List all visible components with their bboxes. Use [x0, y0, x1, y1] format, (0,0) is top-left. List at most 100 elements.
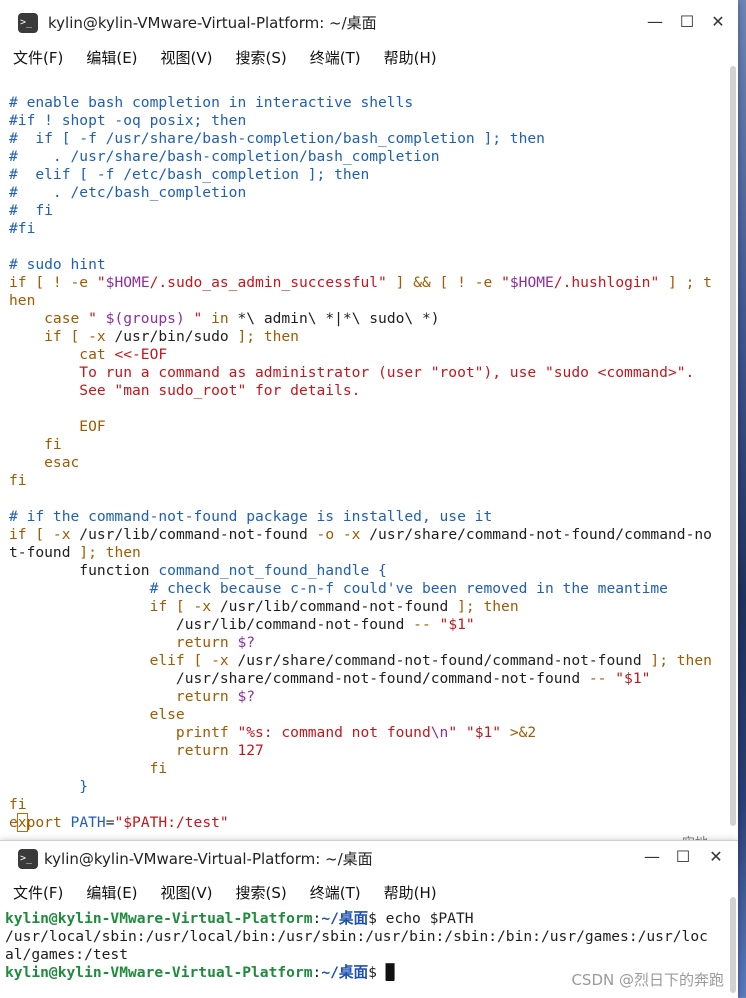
menu-help[interactable]: 帮助(H) [381, 882, 440, 903]
titlebar[interactable]: >_ kylin@kylin-VMware-Virtual-Platform: … [0, 841, 738, 881]
code-line: case " $(groups) " in *\ admin\ *|*\ sud… [9, 310, 737, 328]
titlebar[interactable]: >_ kylin@kylin-VMware-Virtual-Platform: … [0, 0, 738, 40]
maximize-icon[interactable]: ☐ [675, 10, 699, 34]
window-title: kylin@kylin-VMware-Virtual-Platform: ~/桌… [44, 850, 373, 868]
code-token: return [9, 688, 238, 705]
prompt-directory: ~/桌面 [321, 910, 369, 927]
close-icon[interactable]: ✕ [706, 10, 730, 34]
code-line: if [ -x /usr/lib/command-not-found -o -x… [9, 526, 737, 544]
vim-buffer[interactable]: # enable bash completion in interactive … [9, 94, 737, 836]
code-line: ​ [9, 490, 737, 508]
code-line: t-found ]; then [9, 544, 737, 562]
menu-terminal[interactable]: 终端(T) [307, 882, 364, 903]
code-token: \n [430, 724, 449, 741]
code-line: esac [9, 454, 737, 472]
code-line: # if [ -f /usr/share/bash-completion/bas… [9, 130, 737, 148]
code-token: fi [9, 760, 168, 777]
code-token: /.hushlogin" [553, 274, 660, 291]
code-line: fi [9, 760, 737, 778]
code-token: # fi [9, 202, 53, 219]
code-line: #fi [9, 220, 737, 238]
scrollbar[interactable] [730, 897, 736, 993]
code-token: #if ! shopt -oq posix; then [9, 112, 247, 129]
code-line: export PATH="$PATH:/test" [9, 813, 737, 832]
shell-terminal-window[interactable]: >_ kylin@kylin-VMware-Virtual-Platform: … [0, 840, 738, 998]
code-token: /usr/lib/command-not-found [219, 598, 449, 615]
menu-view[interactable]: 视图(V) [158, 47, 216, 68]
minimize-icon[interactable]: — [643, 10, 667, 34]
code-line: # enable bash completion in interactive … [9, 94, 737, 112]
code-token: ]; then [70, 544, 141, 561]
maximize-icon[interactable]: ☐ [671, 845, 695, 869]
code-token: /usr/bin/sudo [114, 328, 229, 345]
editor-terminal-window[interactable]: >_ kylin@kylin-VMware-Virtual-Platform: … [0, 0, 738, 851]
code-line: if [ -x /usr/lib/command-not-found ]; th… [9, 598, 737, 616]
code-token: $? [237, 688, 256, 705]
code-token: t-found [9, 544, 71, 561]
code-token: # enable bash completion in interactive … [9, 94, 414, 111]
prompt-line-1: kylin@kylin-VMware-Virtual-Platform:~/桌面… [5, 910, 731, 928]
code-token: # . /usr/share/bash-completion/bash_comp… [9, 148, 440, 165]
code-token: PATH [70, 814, 106, 831]
code-token: # if [ -f /usr/share/bash-completion/bas… [9, 130, 545, 147]
code-token: command_not_found_handle { [158, 562, 387, 579]
menu-edit[interactable]: 编辑(E) [83, 47, 140, 68]
watermark: CSDN @烈日下的奔跑 [571, 971, 724, 989]
code-token: /usr/lib/command-not-found [79, 526, 308, 543]
code-token: if [ -x [9, 598, 220, 615]
menu-file[interactable]: 文件(F) [10, 882, 66, 903]
code-token: ]; then [228, 328, 299, 345]
code-token: in [202, 310, 238, 327]
code-line: ​ [9, 400, 737, 418]
code-token: *\ admin\ *|*\ sudo\ *) [237, 310, 440, 327]
code-token: /.sudo_as_admin_successful" [149, 274, 387, 291]
code-token: # elif [ -f /etc/bash_completion ]; then [9, 166, 370, 183]
menu-view[interactable]: 视图(V) [158, 882, 216, 903]
code-token: "$1" [465, 724, 502, 741]
code-token: $(groups) [105, 310, 185, 327]
code-token: " [96, 274, 106, 291]
menu-edit[interactable]: 编辑(E) [83, 882, 140, 903]
scrollbar[interactable] [730, 66, 736, 826]
menu-search[interactable]: 搜索(S) [233, 882, 290, 903]
menu-file[interactable]: 文件(F) [10, 47, 66, 68]
window-title: kylin@kylin-VMware-Virtual-Platform: ~/桌… [48, 14, 377, 32]
code-token: return [9, 742, 238, 759]
code-token: /usr/share/command-not-found/command-not… [9, 670, 589, 687]
code-token: case [9, 310, 89, 327]
menu-terminal[interactable]: 终端(T) [307, 47, 364, 68]
terminal-icon: >_ [18, 13, 38, 33]
code-line: cat <<-EOF [9, 346, 737, 364]
code-line: # if the command-not-found package is in… [9, 508, 737, 526]
menubar: 文件(F) 编辑(E) 视图(V) 搜索(S) 终端(T) 帮助(H) [0, 40, 738, 74]
code-line: To run a command as administrator (user … [9, 364, 737, 382]
code-token: $? [237, 634, 256, 651]
code-token: <<-EOF [114, 346, 168, 363]
output-line: al/games:/test [5, 946, 129, 963]
code-token: " [448, 724, 458, 741]
code-token: fi [9, 796, 27, 813]
minimize-icon[interactable]: — [640, 845, 664, 869]
code-token: -o -x [307, 526, 370, 543]
code-token: } [9, 778, 89, 795]
code-token: -- [413, 616, 440, 633]
menu-help[interactable]: 帮助(H) [381, 47, 440, 68]
code-line: See "man sudo_root" for details. [9, 382, 737, 400]
code-line: return $? [9, 634, 737, 652]
menu-search[interactable]: 搜索(S) [233, 47, 290, 68]
code-token: return [9, 634, 238, 651]
close-icon[interactable]: ✕ [704, 845, 728, 869]
code-token: "$PATH:/test" [114, 814, 229, 831]
code-token: "$1" [439, 616, 475, 633]
code-token: /usr/lib/command-not-found [9, 616, 414, 633]
code-line: fi [9, 472, 737, 490]
code-token: printf [9, 724, 238, 741]
code-token: if [ ! -e [9, 274, 97, 291]
code-token: function [9, 562, 159, 579]
terminal-icon: >_ [18, 849, 38, 869]
code-line: return 127 [9, 742, 737, 760]
code-line: # . /usr/share/bash-completion/bash_comp… [9, 148, 737, 166]
code-line: # check because c-n-f could've been remo… [9, 580, 737, 598]
text-cursor: █ [385, 964, 395, 981]
